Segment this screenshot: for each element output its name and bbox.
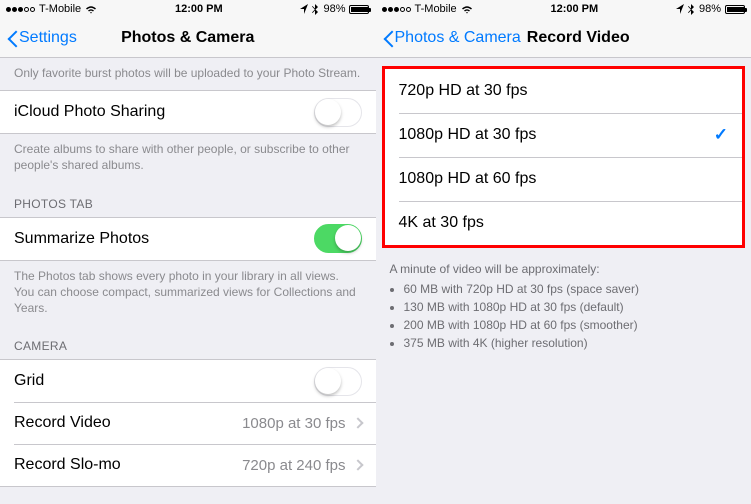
wifi-icon [461, 5, 473, 14]
bluetooth-icon [688, 4, 695, 15]
chevron-right-icon [352, 459, 363, 470]
battery-pct-label: 98% [323, 3, 345, 15]
location-icon [676, 4, 684, 14]
signal-dots-icon [6, 7, 35, 12]
video-option-row[interactable]: 1080p HD at 30 fps ✓ [385, 113, 743, 157]
carrier-label: T-Mobile [415, 3, 457, 15]
signal-dots-icon [382, 7, 411, 12]
content-scroll[interactable]: 720p HD at 30 fps1080p HD at 30 fps✓1080… [376, 58, 751, 504]
photos-tab-header: PHOTOS TAB [0, 183, 376, 217]
camera-header: CAMERA [0, 325, 376, 359]
size-footer-item: 130 MB with 1080p HD at 30 fps (default) [404, 298, 738, 316]
summarize-footer-text: The Photos tab shows every photo in your… [0, 261, 376, 326]
navbar: Settings Photos & Camera [0, 18, 376, 58]
grid-row[interactable]: Grid [0, 360, 376, 402]
checkmark-icon: ✓ [714, 125, 728, 145]
chevron-left-icon [384, 29, 395, 47]
summarize-photos-row[interactable]: Summarize Photos [0, 218, 376, 260]
video-option-label: 720p HD at 30 fps [399, 82, 528, 100]
wifi-icon [85, 5, 97, 14]
icloud-sharing-label: iCloud Photo Sharing [14, 103, 165, 121]
size-footer-item: 200 MB with 1080p HD at 60 fps (smoother… [404, 316, 738, 334]
battery-icon [349, 5, 369, 14]
video-option-row[interactable]: 720p HD at 30 fps [385, 69, 743, 113]
record-slomo-row[interactable]: Record Slo-mo 720p at 240 fps [0, 444, 376, 486]
back-button[interactable]: Photos & Camera [384, 29, 521, 47]
video-option-label: 1080p HD at 60 fps [399, 170, 537, 188]
video-option-row[interactable]: 1080p HD at 60 fps [385, 157, 743, 201]
size-footer-item: 375 MB with 4K (higher resolution) [404, 334, 738, 352]
size-footer-title: A minute of video will be approximately: [376, 258, 751, 276]
record-slomo-value: 720p at 240 fps [242, 457, 345, 474]
status-bar: T-Mobile 12:00 PM 98% [376, 0, 751, 18]
record-video-row[interactable]: Record Video 1080p at 30 fps [0, 402, 376, 444]
back-button[interactable]: Settings [8, 29, 77, 47]
location-icon [300, 4, 308, 14]
navbar: Photos & Camera Record Video [376, 18, 751, 58]
video-option-label: 4K at 30 fps [399, 214, 484, 232]
grid-label: Grid [14, 372, 44, 390]
clock-label: 12:00 PM [550, 3, 598, 15]
record-video-value: 1080p at 30 fps [242, 415, 345, 432]
icloud-photo-sharing-row[interactable]: iCloud Photo Sharing [0, 91, 376, 133]
battery-icon [725, 5, 745, 14]
content-scroll[interactable]: Only favorite burst photos will be uploa… [0, 58, 376, 504]
clock-label: 12:00 PM [175, 3, 223, 15]
size-footer-item: 60 MB with 720p HD at 30 fps (space save… [404, 280, 738, 298]
bluetooth-icon [312, 4, 319, 15]
chevron-right-icon [352, 417, 363, 428]
back-label: Settings [19, 29, 77, 47]
right-screen: T-Mobile 12:00 PM 98% Photos & Camera Re… [376, 0, 751, 504]
chevron-left-icon [8, 29, 19, 47]
highlighted-options-box: 720p HD at 30 fps1080p HD at 30 fps✓1080… [382, 66, 746, 248]
status-bar: T-Mobile 12:00 PM 98% [0, 0, 376, 18]
video-option-row[interactable]: 4K at 30 fps [385, 201, 743, 245]
record-video-label: Record Video [14, 414, 111, 432]
left-screen: T-Mobile 12:00 PM 98% Settings Photos & … [0, 0, 376, 504]
icloud-footer-text: Create albums to share with other people… [0, 134, 376, 182]
summarize-switch[interactable] [314, 224, 362, 253]
page-title: Photos & Camera [121, 29, 254, 47]
record-slomo-label: Record Slo-mo [14, 456, 121, 474]
summarize-label: Summarize Photos [14, 230, 149, 248]
page-title: Record Video [527, 29, 630, 47]
burst-footer-text: Only favorite burst photos will be uploa… [0, 58, 376, 90]
carrier-label: T-Mobile [39, 3, 81, 15]
grid-switch[interactable] [314, 367, 362, 396]
battery-pct-label: 98% [699, 3, 721, 15]
icloud-sharing-switch[interactable] [314, 98, 362, 127]
video-option-label: 1080p HD at 30 fps [399, 126, 537, 144]
back-label: Photos & Camera [395, 29, 521, 47]
size-footer-list: 60 MB with 720p HD at 30 fps (space save… [376, 276, 751, 356]
